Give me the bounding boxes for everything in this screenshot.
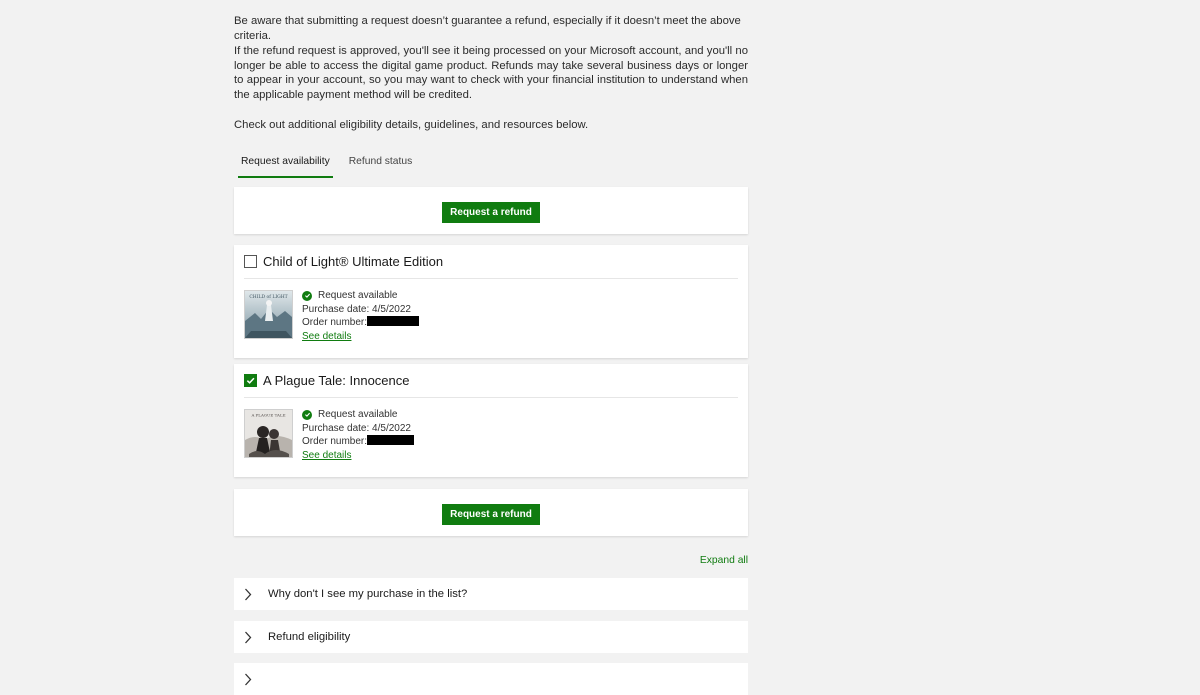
svg-text:CHILD of LIGHT: CHILD of LIGHT bbox=[249, 294, 287, 300]
status-text: Request available bbox=[318, 409, 398, 420]
request-refund-button-top[interactable]: Request a refund bbox=[442, 202, 540, 223]
plague-tale-cover-image: A PLAGUE TALE bbox=[245, 410, 292, 457]
faq-question: Why don't I see my purchase in the list? bbox=[268, 588, 468, 600]
order-number-redacted bbox=[367, 316, 420, 326]
check-circle-icon bbox=[302, 409, 312, 420]
intro-paragraph-disclaimer: Be aware that submitting a request doesn… bbox=[234, 15, 741, 42]
purchase-date-value: 4/5/2022 bbox=[372, 303, 411, 315]
game-thumbnail: CHILD of LIGHT bbox=[244, 290, 293, 339]
chevron-right-icon bbox=[244, 673, 268, 686]
tab-refund-status[interactable]: Refund status bbox=[346, 150, 416, 176]
status-row: Request available bbox=[302, 408, 414, 422]
order-number-label: Order number: bbox=[302, 317, 368, 328]
item-title: A Plague Tale: Innocence bbox=[263, 373, 410, 388]
order-number-row: Order number: bbox=[302, 316, 420, 330]
faq-refund-eligibility[interactable]: Refund eligibility bbox=[234, 621, 748, 653]
see-details-link[interactable]: See details bbox=[302, 450, 351, 461]
check-icon bbox=[246, 377, 255, 384]
intro-paragraph-resources: Check out additional eligibility details… bbox=[234, 119, 589, 131]
purchase-date-label: Purchase date: bbox=[302, 422, 370, 434]
purchase-item-card: Child of Light® Ultimate Edition CHILD o… bbox=[234, 245, 748, 358]
order-number-row: Order number: bbox=[302, 435, 415, 449]
faq-item-partial[interactable] bbox=[234, 663, 748, 695]
status-row: Request available bbox=[302, 289, 419, 303]
order-number-label: Order number: bbox=[302, 436, 368, 447]
item-title: Child of Light® Ultimate Edition bbox=[263, 254, 444, 269]
item-select-checkbox[interactable] bbox=[244, 255, 257, 268]
tab-request-availability[interactable]: Request availability bbox=[238, 150, 333, 178]
intro-paragraph-processing: If the refund request is approved, you'l… bbox=[234, 45, 748, 101]
see-details-link[interactable]: See details bbox=[302, 331, 351, 342]
purchase-date-row: Purchase date: 4/5/2022 bbox=[302, 303, 419, 317]
status-text: Request available bbox=[318, 290, 398, 301]
item-select-checkbox[interactable] bbox=[244, 374, 257, 387]
purchase-date-value: 4/5/2022 bbox=[372, 422, 411, 434]
faq-missing-purchase[interactable]: Why don't I see my purchase in the list? bbox=[234, 578, 748, 610]
purchase-date-label: Purchase date: bbox=[302, 303, 370, 315]
chevron-right-icon bbox=[244, 588, 268, 601]
item-header: Child of Light® Ultimate Edition bbox=[244, 254, 738, 279]
faq-question: Refund eligibility bbox=[268, 631, 351, 643]
request-refund-button-bottom[interactable]: Request a refund bbox=[442, 504, 540, 525]
item-header: A Plague Tale: Innocence bbox=[244, 373, 738, 398]
chevron-right-icon bbox=[244, 631, 268, 644]
game-thumbnail: A PLAGUE TALE bbox=[244, 409, 293, 458]
check-circle-icon bbox=[302, 290, 312, 301]
item-details: Request available Purchase date: 4/5/202… bbox=[302, 289, 420, 343]
child-of-light-cover-image: CHILD of LIGHT bbox=[245, 291, 292, 338]
request-refund-card-bottom: Request a refund bbox=[234, 489, 748, 536]
tab-bar: Request availability Refund status bbox=[238, 150, 428, 178]
purchase-date-row: Purchase date: 4/5/2022 bbox=[302, 422, 414, 436]
svg-text:A PLAGUE TALE: A PLAGUE TALE bbox=[250, 413, 285, 418]
order-number-redacted bbox=[367, 435, 415, 445]
expand-all-link[interactable]: Expand all bbox=[700, 555, 748, 566]
request-refund-card-top: Request a refund bbox=[234, 187, 748, 234]
item-details: Request available Purchase date: 4/5/202… bbox=[302, 408, 415, 462]
purchase-item-card: A Plague Tale: Innocence A PLAGUE TALE R… bbox=[234, 364, 748, 477]
